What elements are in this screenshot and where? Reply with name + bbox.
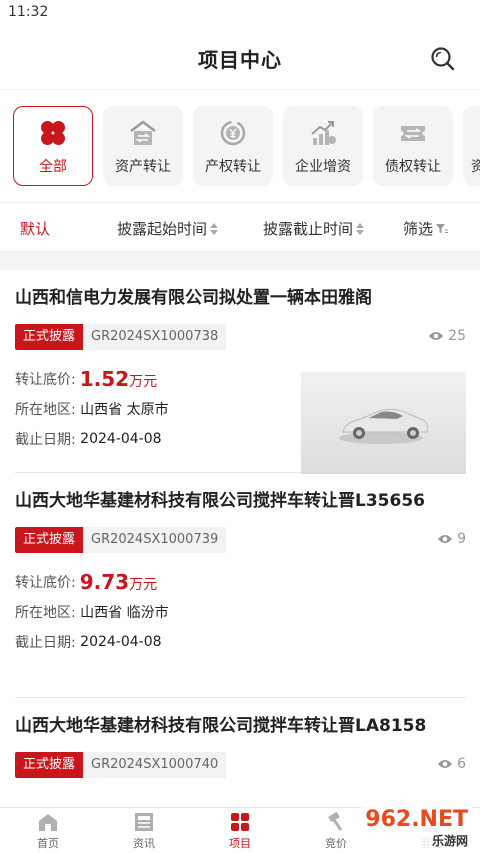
view-count-value: 25 (448, 328, 466, 344)
category-asset-transfer[interactable]: 资产转让 (103, 106, 183, 186)
region-label: 所在地区: (15, 402, 76, 418)
clover-icon (36, 116, 70, 150)
category-bar: 全部 资产转让 产权转让 企业增资 债权转让 资 (0, 90, 480, 202)
eye-icon (438, 535, 453, 543)
partial-icon (471, 116, 480, 150)
region-value: 山西省 临汾市 (80, 605, 169, 621)
sort-start-label: 披露起始时间 (117, 220, 208, 238)
eye-icon (438, 760, 453, 768)
category-partial[interactable]: 资 (463, 106, 480, 186)
eye-icon (429, 332, 444, 340)
category-debt-transfer[interactable]: 债权转让 (373, 106, 453, 186)
tab-projects[interactable]: 项目 (192, 808, 288, 853)
project-info: 转让底价: 9.73 万元 所在地区: 山西省 临汾市 截止日期: 2024-04-… (15, 567, 466, 657)
project-card[interactable]: 山西大地华基建材科技有限公司搅拌车转让晋LA8158 正式披露 GR2024SX… (15, 698, 466, 794)
house-transfer-icon (126, 116, 160, 150)
project-code: GR2024SX1000740 (83, 752, 227, 778)
growth-chart-icon (306, 116, 340, 150)
view-count: 25 (428, 328, 466, 344)
price-unit: 万元 (129, 374, 158, 390)
header: 项目中心 (0, 28, 480, 90)
yen-coin-icon (216, 116, 250, 150)
search-icon[interactable] (430, 46, 456, 72)
sort-start-time[interactable]: 披露起始时间 (117, 218, 219, 239)
filter-label: 筛选 (403, 220, 434, 238)
sort-default[interactable]: 默认 (20, 218, 50, 239)
sort-arrows-icon (210, 222, 219, 235)
price-label: 转让底价: (15, 575, 76, 591)
sort-arrows-icon (356, 222, 365, 235)
category-all[interactable]: 全部 (13, 106, 93, 186)
home-icon (39, 813, 57, 831)
deadline-value: 2024-04-08 (80, 431, 162, 447)
car-image (339, 409, 428, 444)
price-label: 转让底价: (15, 372, 76, 388)
project-code: GR2024SX1000739 (83, 527, 227, 553)
category-capital-increase[interactable]: 企业增资 (283, 106, 363, 186)
ticket-transfer-icon (396, 116, 430, 150)
price-value: 9.73 (79, 570, 130, 594)
tab-label: 首页 (37, 836, 59, 850)
category-label: 企业增资 (295, 159, 351, 175)
project-tag-row: 正式披露 GR2024SX1000738 25 (15, 324, 466, 350)
bid-icon (328, 811, 343, 831)
region-label: 所在地区: (15, 605, 76, 621)
filter-button[interactable]: 筛选 (403, 218, 449, 239)
category-label: 资产转让 (115, 159, 171, 175)
status-badge: 正式披露 (15, 752, 84, 778)
deadline-value: 2024-04-08 (80, 634, 162, 650)
project-thumbnail[interactable] (301, 372, 466, 474)
view-count-value: 9 (457, 531, 466, 547)
tab-home[interactable]: 首页 (0, 808, 96, 853)
category-label: 产权转让 (205, 159, 261, 175)
view-count-value: 6 (457, 756, 466, 772)
section-gap (0, 252, 480, 270)
view-count: 6 (437, 756, 466, 772)
page-title: 项目中心 (198, 48, 282, 72)
project-tag-row: 正式披露 GR2024SX1000739 9 (15, 527, 466, 553)
project-card[interactable]: 山西大地华基建材科技有限公司搅拌车转让晋L35656 正式披露 GR2024SX… (15, 473, 466, 698)
project-code: GR2024SX1000738 (83, 324, 227, 350)
status-badge: 正式披露 (15, 527, 84, 553)
project-title: 山西大地华基建材科技有限公司搅拌车转让晋LA8158 (15, 716, 427, 736)
project-card[interactable]: 山西和信电力发展有限公司拟处置一辆本田雅阁 正式披露 GR2024SX10007… (15, 270, 466, 474)
tab-label: 资讯 (133, 836, 155, 850)
project-tag-row: 正式披露 GR2024SX1000740 6 (15, 752, 466, 778)
sort-end-label: 披露截止时间 (263, 220, 354, 238)
tab-news[interactable]: 资讯 (96, 808, 192, 853)
watermark-brand: 962.NET (365, 807, 468, 832)
category-label: 资 (471, 159, 480, 175)
tab-label: 项目 (229, 836, 251, 850)
price-value: 1.52 (79, 367, 130, 391)
news-icon (135, 812, 153, 831)
category-equity-transfer[interactable]: 产权转让 (193, 106, 273, 186)
price-unit: 万元 (129, 577, 158, 593)
sort-end-time[interactable]: 披露截止时间 (263, 218, 365, 239)
deadline-label: 截止日期: (15, 635, 76, 651)
sort-bar: 默认 披露起始时间 披露截止时间 筛选 (0, 202, 480, 252)
category-label: 债权转让 (385, 159, 441, 175)
watermark-sub: 乐游网 (431, 834, 468, 848)
status-bar: 11:32 (0, 0, 480, 28)
project-title: 山西和信电力发展有限公司拟处置一辆本田雅阁 (15, 288, 372, 308)
category-label: 全部 (39, 159, 67, 175)
status-badge: 正式披露 (15, 324, 84, 350)
tab-label: 竞价 (325, 836, 347, 850)
status-time: 11:32 (8, 4, 49, 20)
view-count: 9 (437, 531, 466, 547)
project-title: 山西大地华基建材科技有限公司搅拌车转让晋L35656 (15, 491, 425, 511)
site-watermark: 962.NET 乐游网 (361, 807, 472, 849)
filter-icon (436, 223, 449, 233)
project-list: 山西和信电力发展有限公司拟处置一辆本田雅阁 正式披露 GR2024SX10007… (0, 270, 480, 794)
project-icon (231, 812, 249, 831)
deadline-label: 截止日期: (15, 432, 76, 448)
region-value: 山西省 太原市 (80, 402, 169, 418)
